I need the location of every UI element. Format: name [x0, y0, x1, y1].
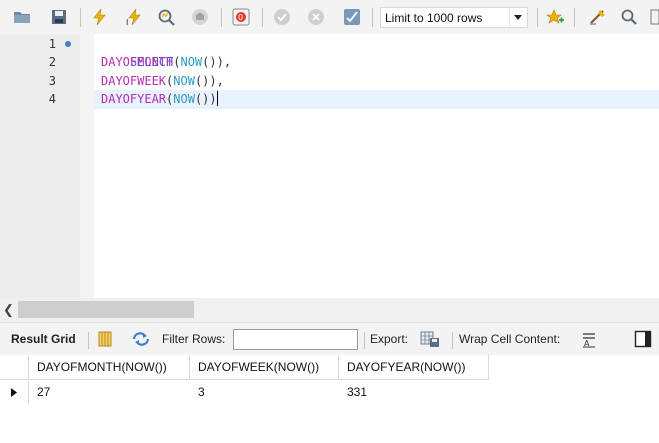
sql-function: NOW [173, 92, 195, 106]
code-line[interactable]: DAYOFWEEK(NOW()), [101, 72, 651, 90]
toolbar-separator [364, 332, 365, 349]
code-line[interactable]: DAYOFMONTH(NOW()), [101, 53, 651, 71]
scroll-left-icon[interactable]: ❮ [3, 302, 15, 318]
table-cell[interactable]: 27 [29, 381, 190, 403]
sql-editor-toolbar: I 0 Limit to 1000 rows [0, 0, 659, 34]
result-toolbar: Result Grid Filter Rows: Export: Wrap Ce… [0, 322, 659, 355]
overflow-icon[interactable] [649, 7, 659, 27]
svg-text:I: I [126, 18, 128, 26]
panel-toggle-icon[interactable] [633, 329, 653, 349]
line-number: 4 [48, 92, 56, 106]
commit-icon[interactable] [272, 7, 292, 27]
fold-margin [80, 34, 94, 298]
line-number: 3 [48, 74, 56, 88]
column-header[interactable]: DAYOFYEAR(NOW()) [339, 355, 489, 380]
result-grid[interactable]: DAYOFMONTH(NOW()) DAYOFWEEK(NOW()) DAYOF… [0, 355, 659, 443]
sql-function: NOW [180, 55, 203, 69]
toolbar-separator [80, 8, 81, 27]
statement-marker-icon [65, 41, 71, 47]
toggle-error-icon[interactable]: 0 [231, 7, 251, 27]
sql-function: NOW [173, 74, 195, 88]
grid-corner [0, 355, 29, 380]
wrap-cell-content-label: Wrap Cell Content: [459, 332, 561, 346]
sql-function: DAYOFWEEK [101, 74, 167, 88]
execute-current-icon[interactable]: I [124, 7, 144, 27]
toolbar-separator [262, 8, 263, 27]
current-row-arrow-icon [0, 381, 29, 403]
filter-rows-input[interactable] [233, 329, 358, 350]
filter-rows-label: Filter Rows: [162, 332, 226, 346]
execute-icon[interactable] [89, 7, 109, 27]
line-number: 2 [48, 55, 56, 69]
sql-paren: ()) [194, 92, 217, 106]
wrap-text-icon[interactable]: A [579, 329, 599, 349]
sql-function: DAYOFMONTH [101, 55, 174, 69]
export-icon[interactable] [420, 329, 440, 349]
table-cell[interactable]: 3 [190, 381, 339, 403]
export-label: Export: [370, 332, 409, 346]
code-line[interactable]: SELECT [101, 35, 651, 69]
save-icon[interactable] [49, 7, 69, 27]
line-number-gutter: 1 2 3 4 [0, 34, 80, 298]
toolbar-separator [537, 8, 538, 27]
sql-function: DAYOFYEAR [101, 92, 167, 106]
column-header[interactable]: DAYOFWEEK(NOW()) [190, 355, 339, 380]
code-line[interactable]: DAYOFYEAR(NOW()) [101, 90, 651, 108]
limit-rows-value: Limit to 1000 rows [385, 10, 483, 25]
open-folder-icon[interactable] [12, 7, 32, 27]
find-icon[interactable] [619, 7, 639, 27]
result-grid-tab[interactable]: Result Grid [11, 323, 76, 356]
rollback-icon[interactable] [306, 7, 326, 27]
sql-paren: ()), [202, 55, 232, 69]
toolbar-separator [452, 332, 453, 349]
add-snippet-icon[interactable] [545, 7, 565, 27]
explain-icon[interactable] [157, 7, 177, 27]
toolbar-separator [221, 8, 222, 27]
line-number: 1 [48, 37, 56, 51]
table-cell[interactable]: 331 [339, 381, 489, 403]
sql-editor[interactable]: 1 2 3 4 SELECT DAYOFMONTH(NOW()), DAYOFW… [0, 34, 659, 298]
text-cursor [216, 91, 218, 106]
toolbar-separator [88, 332, 89, 349]
table-row[interactable]: 27 3 331 [0, 381, 490, 403]
svg-text:0: 0 [238, 13, 243, 22]
toolbar-separator [574, 8, 575, 27]
refresh-icon[interactable] [131, 329, 151, 349]
stop-icon[interactable] [190, 7, 210, 27]
limit-rows-select[interactable]: Limit to 1000 rows [380, 7, 528, 28]
autocommit-icon[interactable] [342, 7, 362, 27]
editor-horizontal-scrollbar[interactable]: ❮ [0, 298, 659, 322]
sql-paren: ()), [194, 74, 224, 88]
column-header[interactable]: DAYOFMONTH(NOW()) [29, 355, 190, 380]
beautify-icon[interactable] [588, 7, 608, 27]
toolbar-separator [372, 8, 373, 27]
form-editor-icon[interactable] [95, 329, 115, 349]
chevron-down-icon[interactable] [509, 8, 525, 27]
scrollbar-thumb[interactable] [18, 301, 194, 318]
